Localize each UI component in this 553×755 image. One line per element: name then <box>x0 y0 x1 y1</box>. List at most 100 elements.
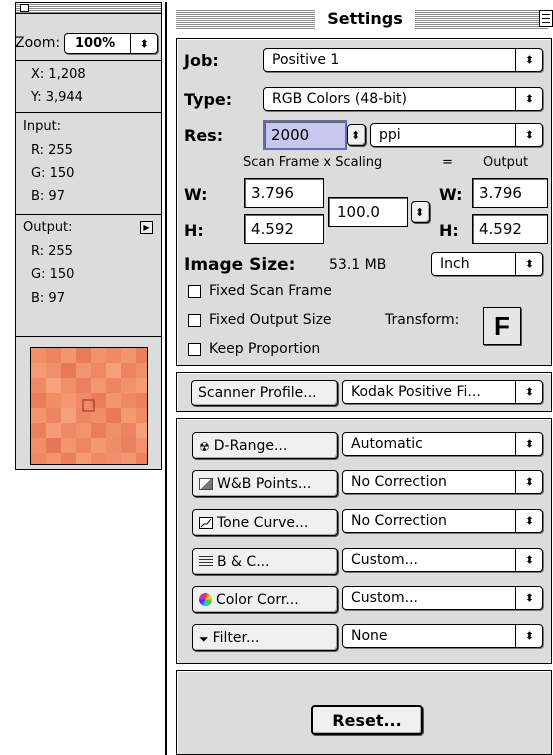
job-value: Positive 1 <box>272 52 340 68</box>
transform-button[interactable]: F <box>483 307 521 345</box>
output-height-value: 4.592 <box>479 220 522 238</box>
d-range-value: Automatic <box>351 436 423 452</box>
info-panel: Zoom: 100% ⬍ X: 1,208 Y: 3,944 Input: R:… <box>15 2 162 470</box>
stepper-icon: ⬍ <box>524 128 534 142</box>
image-size-unit-select[interactable]: Inch ⬍ <box>431 252 543 276</box>
zoom-select[interactable]: 100% ⬍ <box>64 33 158 54</box>
scanner-profile-select[interactable]: Kodak Positive Fi... ⬍ <box>342 380 543 404</box>
stepper-icon: ⬍ <box>524 385 534 399</box>
zoom-value: 100% <box>75 36 116 51</box>
reset-button[interactable]: Reset... <box>311 705 423 735</box>
sliders-icon <box>199 555 213 568</box>
tone-curve-value: No Correction <box>351 513 447 529</box>
settings-title: Settings <box>315 7 415 31</box>
divider <box>16 336 161 337</box>
type-label: Type: <box>184 90 233 109</box>
output-width-input[interactable]: 3.796 <box>472 178 548 208</box>
image-size-unit-value: Inch <box>440 256 470 272</box>
job-select[interactable]: Positive 1 ⬍ <box>263 48 543 72</box>
scaling-value: 100.0 <box>337 203 380 221</box>
fixed-output-size-label: Fixed Output Size <box>209 312 332 328</box>
equals-label: = <box>442 155 453 170</box>
close-box-icon[interactable] <box>20 4 29 12</box>
scanner-profile-button-label: Scanner Profile... <box>198 385 317 401</box>
scan-frame-header: Scan Frame x Scaling <box>243 155 383 170</box>
output-b: B: 97 <box>31 291 65 306</box>
divider <box>16 112 161 113</box>
scan-height-input[interactable]: 4.592 <box>244 214 324 244</box>
y-coordinate: Y: 3,944 <box>31 90 83 105</box>
res-stepper[interactable]: ⬍ <box>347 124 366 146</box>
wb-points-select[interactable]: No Correction ⬍ <box>342 470 543 494</box>
res-unit-select[interactable]: ppi ⬍ <box>370 123 543 147</box>
type-select[interactable]: RGB Colors (48-bit) ⬍ <box>263 87 543 111</box>
scan-width-input[interactable]: 3.796 <box>244 178 324 208</box>
scan-height-value: 4.592 <box>251 220 294 238</box>
input-g: G: 150 <box>31 166 75 181</box>
collapse-box-icon[interactable] <box>539 10 553 27</box>
filter-button[interactable]: ⏷ Filter... <box>192 624 338 651</box>
output-label: Output: <box>23 220 73 235</box>
settings-window: Settings Job: Positive 1 ⬍ Type: RGB Colo… <box>165 2 553 755</box>
color-corr-value: Custom... <box>351 590 418 606</box>
pixel-preview-swatch <box>30 347 148 465</box>
stepper-icon: ⬍ <box>524 257 534 271</box>
scanner-profile-button[interactable]: Scanner Profile... <box>191 380 338 406</box>
stepper-icon: ⬍ <box>139 37 149 50</box>
filter-button-label: Filter... <box>212 629 260 646</box>
fixed-output-size-checkbox[interactable] <box>188 314 201 327</box>
info-panel-titlebar[interactable] <box>16 3 161 14</box>
scan-width-value: 3.796 <box>251 184 294 202</box>
input-r: R: 255 <box>31 143 73 158</box>
tone-curve-button[interactable]: Tone Curve... <box>192 509 338 536</box>
b-and-c-value: Custom... <box>351 552 418 568</box>
output-r: R: 255 <box>31 244 73 259</box>
fixed-scan-frame-label: Fixed Scan Frame <box>209 283 332 299</box>
scaling-input[interactable]: 100.0 <box>328 197 408 227</box>
keep-proportion-checkbox[interactable] <box>188 343 201 356</box>
type-value: RGB Colors (48-bit) <box>272 91 407 107</box>
filter-icon: ⏷ <box>199 631 209 646</box>
fixed-scan-frame-checkbox[interactable] <box>188 285 201 298</box>
stepper-icon: ⬍ <box>524 553 534 567</box>
transform-glyph: F <box>494 310 510 341</box>
height-label: H: <box>184 221 204 240</box>
filter-select[interactable]: None ⬍ <box>342 624 543 648</box>
output-header: Output <box>483 155 529 170</box>
output-menu-arrow-icon[interactable]: ▶ <box>140 221 153 234</box>
color-wheel-icon <box>199 593 212 606</box>
stepper-icon: ⬍ <box>524 53 534 67</box>
tone-curve-select[interactable]: No Correction ⬍ <box>342 509 543 533</box>
stepper-icon: ⬍ <box>524 475 534 489</box>
scanner-profile-value: Kodak Positive Fi... <box>351 384 481 400</box>
d-range-icon: ☢ <box>199 439 210 454</box>
wb-points-value: No Correction <box>351 474 447 490</box>
divider <box>16 214 161 215</box>
stepper-icon: ⬍ <box>524 514 534 528</box>
res-value: 2000 <box>271 126 310 144</box>
d-range-select[interactable]: Automatic ⬍ <box>342 432 543 456</box>
wb-points-icon <box>199 477 213 490</box>
reset-button-label: Reset... <box>332 710 402 730</box>
stepper-icon: ⬍ <box>524 437 534 451</box>
color-corr-button-label: Color Corr... <box>216 591 299 608</box>
tone-curve-button-label: Tone Curve... <box>217 514 309 531</box>
stepper-icon: ⬍ <box>524 92 534 106</box>
res-unit-value: ppi <box>379 127 401 143</box>
divider <box>16 60 161 61</box>
stepper-icon: ⬍ <box>524 629 534 643</box>
transform-label: Transform: <box>385 312 460 328</box>
wb-points-button[interactable]: W&B Points... <box>192 470 338 497</box>
res-input[interactable]: 2000 <box>263 120 347 150</box>
color-corr-select[interactable]: Custom... ⬍ <box>342 586 543 610</box>
output-g: G: 150 <box>31 267 75 282</box>
output-height-input[interactable]: 4.592 <box>472 214 548 244</box>
input-label: Input: <box>23 119 62 134</box>
b-and-c-button[interactable]: B & C... <box>192 548 338 575</box>
wb-points-button-label: W&B Points... <box>217 475 312 492</box>
d-range-button[interactable]: ☢ D-Range... <box>192 432 338 459</box>
color-corr-button[interactable]: Color Corr... <box>192 586 338 613</box>
scaling-stepper[interactable]: ⬍ <box>411 201 430 223</box>
b-and-c-select[interactable]: Custom... ⬍ <box>342 548 543 572</box>
output-height-label: H: <box>439 221 459 240</box>
